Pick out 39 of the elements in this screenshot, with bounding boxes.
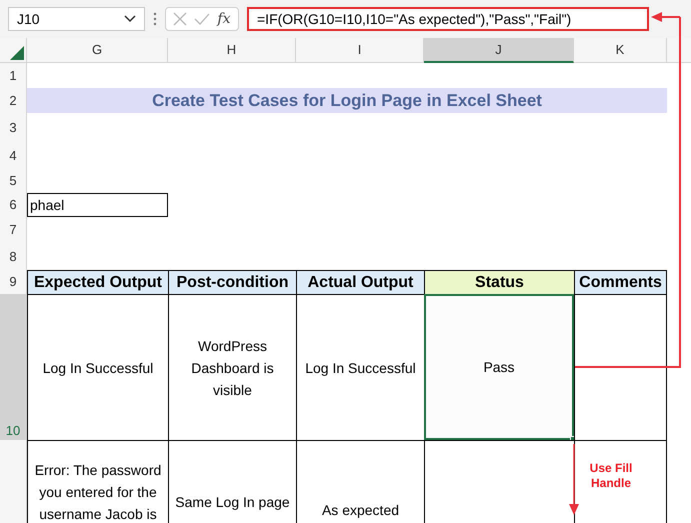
row-header[interactable]: 7 [0,217,27,243]
row-header[interactable]: 8 [0,243,27,270]
check-icon[interactable] [194,13,210,25]
table-cell: Pass [424,294,574,440]
table-cell: As expected [296,440,424,523]
name-box-text: J10 [17,10,40,28]
table-cell: phael [27,193,168,217]
row-header[interactable]: 1 [0,63,27,88]
column-heading: Expected Output [27,270,168,294]
column-header[interactable]: K [574,38,667,63]
insert-function-button[interactable]: fx [217,8,230,30]
column-heading: Post-condition [168,270,296,294]
chevron-down-icon [124,15,136,23]
column-header[interactable]: J [424,38,574,63]
table-cell: Same Log In page [168,440,296,523]
column-header[interactable] [667,38,691,63]
name-box[interactable]: J10 [8,7,145,31]
row-header[interactable]: 10 [0,294,27,440]
down-arrow [569,444,579,516]
column-heading: Status [424,270,574,294]
row-header[interactable]: 3 [0,113,27,143]
column-header[interactable]: I [296,38,424,63]
row-header[interactable]: 4 [0,143,27,168]
annotation-text: Use Fill Handle [588,461,634,491]
more-options-icon[interactable] [153,12,157,26]
row-header[interactable]: 5 [0,168,27,193]
table-cell: WordPress Dashboard is visible [168,294,296,440]
row-header[interactable]: 2 [0,88,27,113]
row-header[interactable]: 9 [0,270,27,294]
column-header[interactable]: H [168,38,296,63]
table-cell: Log In Successful [27,294,168,440]
select-all-icon[interactable] [10,46,24,60]
column-heading: Comments [574,270,667,294]
table-cell: Error: The password you entered for the username Jacob is [27,440,168,523]
column-header[interactable]: G [27,38,168,63]
sheet-title: Create Test Cases for Login Page in Excel Sheet [27,88,667,113]
formula-bar[interactable]: =IF(OR(G10=I10,I10="As expected"),"Pass","Fail") [247,7,649,31]
row-header[interactable]: 6 [0,193,27,217]
column-heading: Actual Output [296,270,424,294]
